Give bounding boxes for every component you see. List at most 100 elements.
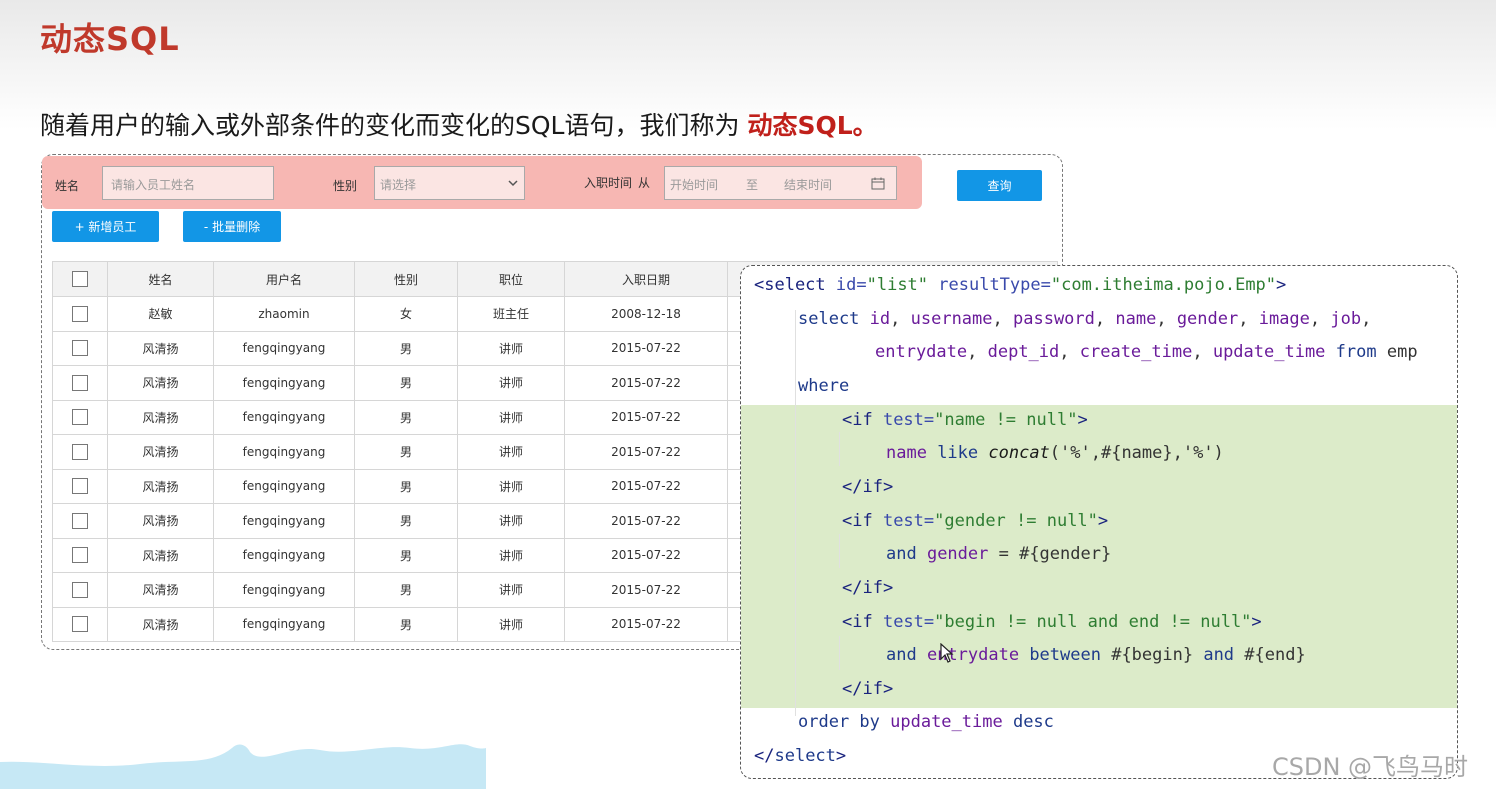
cell-entry-date: 2015-07-22 (564, 365, 728, 401)
code-token: > (1251, 611, 1262, 632)
cell-name: 风清扬 (107, 606, 214, 642)
row-checkbox[interactable] (72, 581, 88, 598)
gender-filter-label: 性别 (333, 179, 358, 193)
code-token: and (1203, 645, 1245, 666)
select-all-cell (52, 261, 108, 297)
row-checkbox[interactable] (72, 616, 88, 633)
add-employee-button[interactable]: + 新增员工 (52, 211, 159, 242)
code-line: entrydate, dept_id, create_time, update_… (875, 335, 1418, 369)
row-select-cell (52, 434, 108, 470)
cell-job: 讲师 (457, 399, 565, 435)
watermark: CSDN @飞鸟马时 (1272, 753, 1469, 781)
cell-entry-date: 2015-07-22 (564, 572, 728, 608)
code-token: update_time (890, 712, 1013, 733)
date-end-placeholder: 结束时间 (784, 178, 833, 192)
header-name: 姓名 (107, 261, 214, 297)
code-token: , (1094, 308, 1116, 329)
cell-entry-date: 2015-07-22 (564, 330, 728, 366)
query-button[interactable]: 查询 (957, 170, 1042, 201)
cell-job: 讲师 (457, 572, 565, 608)
cell-name: 风清扬 (107, 434, 214, 470)
cell-name: 风清扬 (107, 572, 214, 608)
cell-job: 讲师 (457, 330, 565, 366)
code-token: resultType= (938, 275, 1051, 295)
code-line: <if test="begin != null and end != null"… (842, 605, 1262, 639)
code-token: </if> (842, 476, 894, 497)
code-token: test= (882, 510, 935, 531)
row-checkbox[interactable] (72, 305, 88, 322)
code-token: </ (754, 746, 775, 767)
entry-date-filter-label: 入职时间 (584, 176, 633, 190)
cell-entry-date: 2015-07-22 (564, 434, 728, 470)
cell-gender: 男 (354, 434, 458, 470)
indent-guide (839, 432, 840, 466)
cell-gender: 男 (354, 468, 458, 504)
row-checkbox[interactable] (72, 340, 88, 357)
code-token: , (992, 308, 1013, 329)
cell-name: 风清扬 (107, 468, 214, 504)
sql-code-panel: <select id="list" resultType="com.itheim… (740, 265, 1458, 779)
gender-select[interactable]: 请选择 (374, 166, 525, 200)
code-token: select (798, 308, 870, 329)
code-token: like (937, 443, 989, 464)
cell-username: fengqingyang (213, 537, 355, 573)
code-token: "name != null" (934, 409, 1078, 430)
code-token: id (869, 308, 891, 329)
cell-gender: 男 (354, 606, 458, 642)
cell-username: fengqingyang (213, 468, 355, 504)
code-token: gender (1176, 308, 1239, 329)
cell-gender: 男 (354, 503, 458, 539)
code-token: <if (842, 409, 883, 430)
cell-username: fengqingyang (213, 606, 355, 642)
code-line: </if> (842, 672, 893, 706)
row-checkbox[interactable] (72, 512, 88, 529)
name-filter-label: 姓名 (55, 179, 80, 193)
cell-gender: 男 (354, 365, 458, 401)
code-token: > (1097, 510, 1109, 531)
row-select-cell (52, 572, 108, 608)
cell-username: fengqingyang (213, 572, 355, 608)
calendar-icon[interactable] (871, 177, 885, 190)
cell-entry-date: 2008-12-18 (564, 296, 728, 332)
code-line: and gender = #{gender} (886, 537, 1111, 571)
code-token: username (910, 308, 993, 329)
row-checkbox[interactable] (72, 478, 88, 495)
date-from-label: 从 (638, 176, 651, 190)
code-token: "gender != null" (934, 510, 1098, 531)
entry-date-range-picker[interactable]: 开始时间 至 结束时间 (664, 166, 897, 200)
code-token: <if (842, 510, 883, 531)
cell-job: 讲师 (457, 606, 565, 642)
code-token: </if> (842, 577, 894, 598)
select-all-checkbox[interactable] (72, 271, 88, 287)
cell-gender: 男 (354, 399, 458, 435)
indent-guide (839, 636, 840, 670)
row-checkbox[interactable] (72, 374, 88, 391)
row-select-cell (52, 296, 108, 332)
row-checkbox[interactable] (72, 547, 88, 564)
code-token: gender (926, 544, 999, 565)
code-token: password (1013, 308, 1095, 329)
code-token: , (967, 342, 988, 363)
code-line: </if> (842, 571, 893, 605)
row-checkbox[interactable] (72, 409, 88, 426)
code-token: <select (754, 275, 836, 295)
cell-job: 讲师 (457, 537, 565, 573)
batch-delete-button[interactable]: - 批量删除 (183, 211, 281, 242)
code-token: where (798, 375, 850, 396)
cell-entry-date: 2015-07-22 (564, 468, 728, 504)
code-token: , (1361, 308, 1372, 329)
code-token: > (1276, 275, 1287, 295)
cell-username: fengqingyang (213, 503, 355, 539)
indent-guide (795, 310, 796, 716)
name-search-input[interactable]: 请输入员工姓名 (102, 166, 274, 200)
code-token: update_time (1212, 342, 1336, 363)
code-token: between (1029, 645, 1112, 666)
code-token: , (1309, 308, 1331, 329)
row-select-cell (52, 399, 108, 435)
cell-job: 讲师 (457, 365, 565, 401)
cell-job: 讲师 (457, 468, 565, 504)
cell-gender: 男 (354, 537, 458, 573)
cell-name: 风清扬 (107, 330, 214, 366)
row-checkbox[interactable] (72, 443, 88, 460)
filter-bar: 姓名 请输入员工姓名 性别 请选择 入职时间 从 开始时间 至 结束时间 (42, 156, 922, 209)
